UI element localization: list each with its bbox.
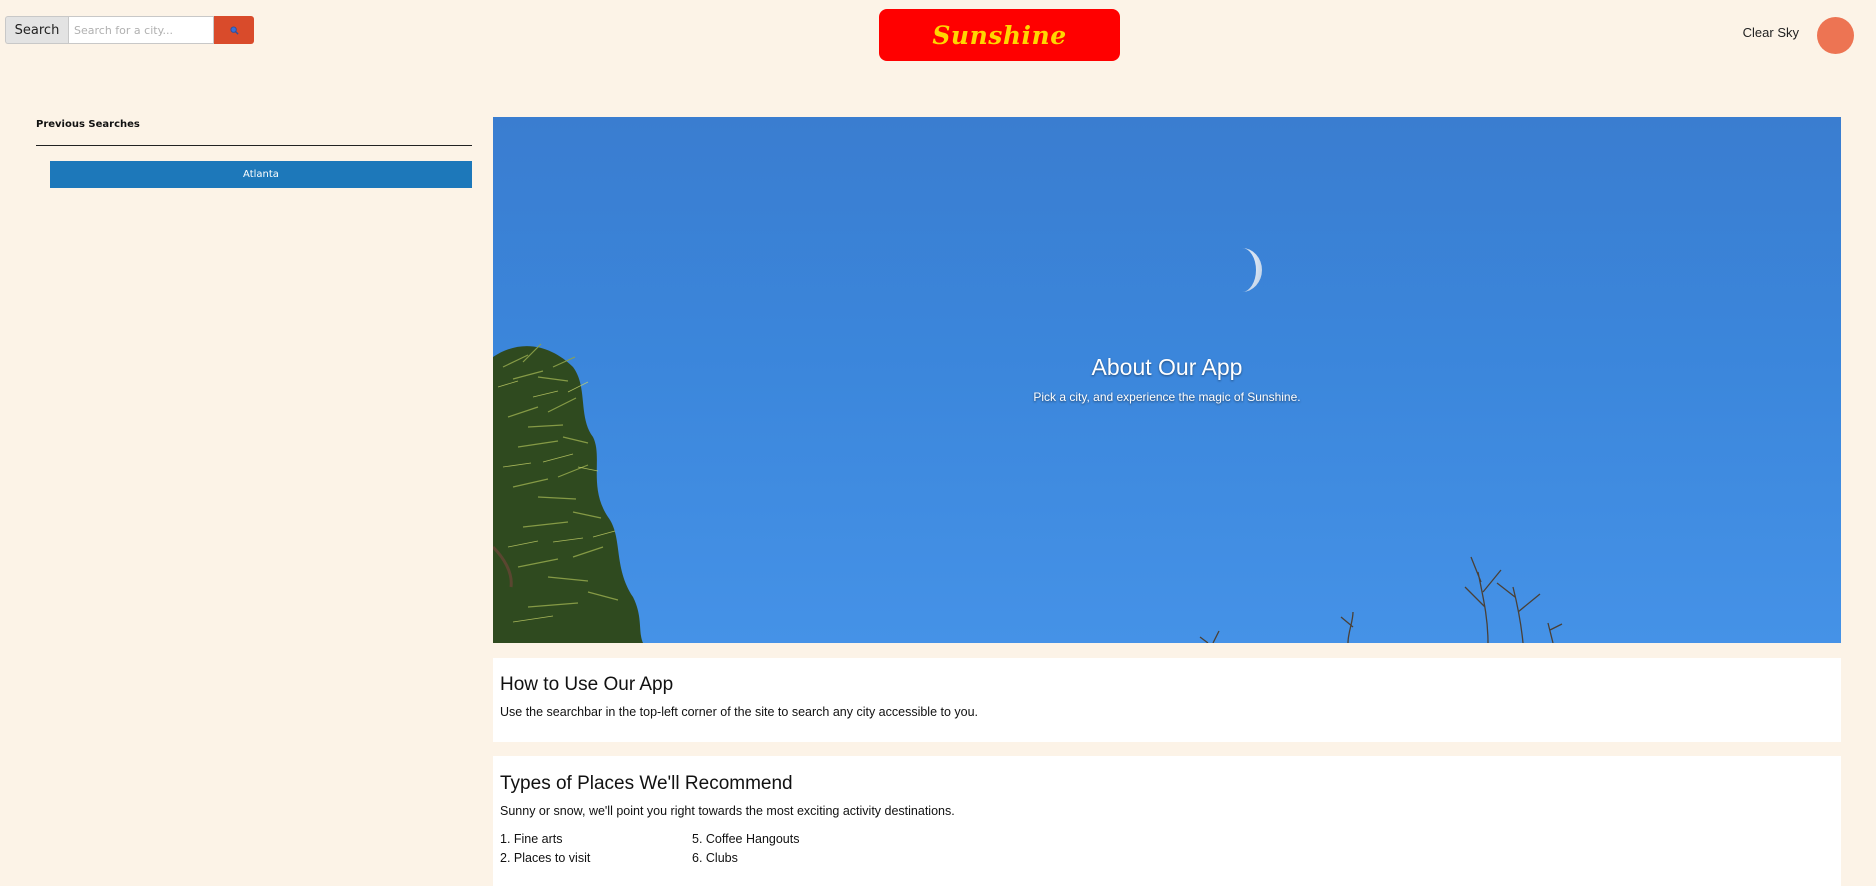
weather-status: Clear Sky <box>1742 25 1799 40</box>
list-item: 6. Clubs <box>692 851 738 865</box>
recommendation-column-2: 5. Coffee Hangouts 6. Clubs <box>692 830 892 865</box>
recommendation-types-text: Sunny or snow, we'll point you right tow… <box>500 804 955 818</box>
divider <box>36 145 472 146</box>
recommendation-column-1: 1. Fine arts 2. Places to visit <box>500 830 692 865</box>
search-history-panel: Previous Searches Atlanta <box>36 116 472 188</box>
brand-logo[interactable]: Sunshine <box>879 9 1120 61</box>
list-item: 2. Places to visit <box>500 851 591 865</box>
brand-title: Sunshine <box>932 20 1067 50</box>
search-input[interactable] <box>68 16 214 44</box>
search-icon <box>229 25 239 35</box>
hero-subtitle: Pick a city, and experience the magic of… <box>1033 390 1301 404</box>
list-item: 1. Fine arts <box>500 832 563 846</box>
how-to-use-title: How to Use Our App <box>500 674 674 695</box>
hero-title: About Our App <box>1091 354 1243 380</box>
list-item: 5. Coffee Hangouts <box>692 832 800 846</box>
how-to-use-text: Use the searchbar in the top-left corner… <box>500 705 979 719</box>
recommendation-types-title: Types of Places We'll Recommend <box>500 773 793 794</box>
weather-indicator-icon <box>1817 17 1854 54</box>
search-label: Search <box>5 16 68 44</box>
hero-banner: About Our App Pick a city, and experienc… <box>493 117 1841 643</box>
history-item-atlanta[interactable]: Atlanta <box>50 161 472 188</box>
recommendation-list: 1. Fine arts 2. Places to visit 5. Coffe… <box>500 830 1834 865</box>
search-button[interactable] <box>214 16 254 44</box>
how-to-use-card: How to Use Our App Use the searchbar in … <box>493 658 1841 742</box>
recommendation-types-card: Types of Places We'll Recommend Sunny or… <box>493 756 1841 886</box>
top-bar: Search Sunshine Clear Sky <box>0 0 1876 70</box>
search-history-title: Previous Searches <box>36 119 140 130</box>
search-bar: Search <box>5 16 254 44</box>
